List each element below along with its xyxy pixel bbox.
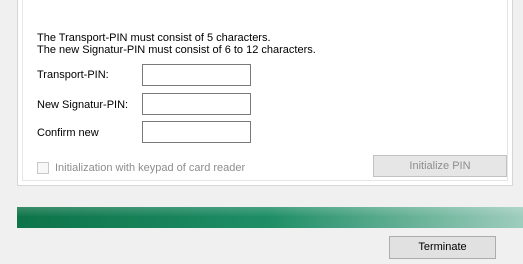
progress-bar-highlight (17, 207, 523, 216)
transport-pin-input[interactable] (142, 64, 251, 86)
keypad-checkbox-label: Initialization with keypad of card reade… (55, 162, 246, 174)
keypad-checkbox[interactable] (37, 162, 49, 174)
transport-pin-label: Transport-PIN: (37, 69, 109, 81)
transport-pin-requirement: The Transport-PIN must consist of 5 char… (37, 32, 271, 44)
confirm-new-label: Confirm new (37, 127, 99, 139)
initialize-pin-button[interactable]: Initialize PIN (373, 155, 507, 177)
confirm-new-input[interactable] (142, 121, 251, 143)
pin-groupbox: The Transport-PIN must consist of 5 char… (17, 0, 513, 186)
pin-groupbox-frame: The Transport-PIN must consist of 5 char… (22, 0, 508, 181)
signatur-pin-requirement: The new Signatur-PIN must consist of 6 t… (37, 44, 316, 56)
new-signatur-pin-label: New Signatur-PIN: (37, 99, 129, 111)
terminate-button[interactable]: Terminate (389, 236, 496, 259)
pin-requirements-text: The Transport-PIN must consist of 5 char… (37, 32, 316, 56)
new-signatur-pin-input[interactable] (142, 93, 251, 115)
progress-bar (17, 207, 523, 228)
